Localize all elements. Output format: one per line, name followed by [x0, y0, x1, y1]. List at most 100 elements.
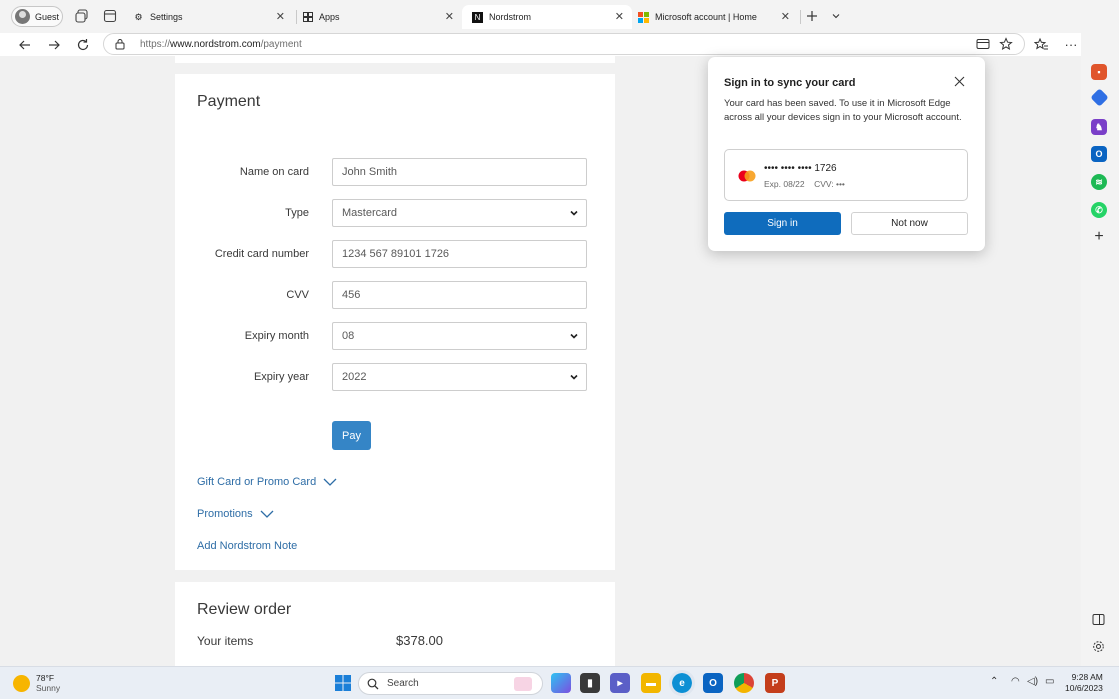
close-tab-icon[interactable]: ✕: [615, 10, 624, 23]
weather-condition: Sunny: [36, 683, 61, 693]
chevron-down-icon: [570, 374, 578, 380]
search-icon: [367, 678, 379, 689]
powerpoint-icon[interactable]: P: [765, 673, 785, 693]
shopping-tag-icon[interactable]: [1090, 88, 1109, 107]
whatsapp-icon[interactable]: ✆: [1091, 202, 1107, 218]
chevron-down-icon: [323, 478, 337, 486]
card-type-row: Type Mastercard: [175, 199, 615, 227]
card-type-select[interactable]: Mastercard: [332, 199, 587, 227]
favorites-star-icon[interactable]: [999, 37, 1013, 51]
cvv-input[interactable]: 456: [332, 281, 587, 309]
wifi-icon[interactable]: ◠: [1011, 676, 1020, 687]
gift-card-link-label: Gift Card or Promo Card: [197, 476, 317, 488]
saved-card: •••• •••• •••• 1726 Exp. 08/22 CVV: •••: [724, 149, 968, 201]
chevron-down-icon: [570, 210, 578, 216]
new-tab-icon[interactable]: [805, 9, 819, 23]
avatar: [15, 9, 30, 24]
popup-title: Sign in to sync your card: [724, 77, 856, 89]
add-sidebar-app-icon[interactable]: +: [1091, 228, 1107, 245]
pay-button[interactable]: Pay: [332, 421, 371, 450]
outlook-icon[interactable]: O: [1091, 146, 1107, 162]
tab-strip: Guest ⚙ Settings ✕ Apps ✕ N Nordstrom ✕ …: [0, 0, 1119, 33]
file-explorer-icon[interactable]: ▬: [641, 673, 661, 693]
address-bar[interactable]: https://www.nordstrom.com/payment: [103, 33, 1025, 55]
add-note-link-label: Add Nordstrom Note: [197, 540, 298, 552]
tab-actions-chevron-down-icon[interactable]: [829, 9, 843, 23]
expiry-year-select[interactable]: 2022: [332, 363, 587, 391]
expiry-year-row: Expiry year 2022: [175, 363, 615, 391]
card-number-label: Credit card number: [214, 248, 309, 260]
sign-in-button[interactable]: Sign in: [724, 212, 841, 235]
tab-label: Apps: [319, 12, 340, 22]
name-on-card-row: Name on card John Smith: [175, 158, 615, 186]
search-highlight-icon: [514, 677, 532, 691]
url-text[interactable]: https://www.nordstrom.com/payment: [140, 39, 302, 50]
close-tab-icon[interactable]: ✕: [781, 10, 790, 23]
refresh-icon[interactable]: [74, 36, 92, 54]
review-order-panel: Review order Your items $378.00: [175, 582, 615, 666]
teams-chat-icon[interactable]: ▸: [610, 673, 630, 693]
tab-label: Microsoft account | Home: [655, 12, 757, 22]
clock-time: 9:28 AM: [1071, 672, 1103, 682]
workspaces-icon[interactable]: [75, 9, 89, 23]
cvv-label: CVV: [286, 289, 309, 301]
mastercard-logo-icon: [738, 170, 756, 182]
back-arrow-icon[interactable]: [16, 36, 34, 54]
close-tab-icon[interactable]: ✕: [276, 10, 285, 23]
tab-label: Nordstrom: [489, 12, 532, 22]
promotions-link[interactable]: Promotions: [197, 508, 274, 520]
card-number-input[interactable]: 1234 567 89101 1726: [332, 240, 587, 268]
edge-taskbar-icon[interactable]: e: [669, 670, 695, 696]
card-number-row: Credit card number 1234 567 89101 1726: [175, 240, 615, 268]
battery-icon[interactable]: ▭: [1045, 676, 1054, 687]
show-hidden-icons-chevron-up-icon[interactable]: ⌃: [990, 676, 998, 687]
vertical-tabs-icon[interactable]: [103, 9, 117, 23]
temperature: 78°F: [36, 673, 55, 683]
chevron-down-icon: [260, 510, 274, 518]
previous-section: [175, 56, 615, 63]
saved-card-number: •••• •••• •••• 1726: [764, 163, 837, 174]
profile-button[interactable]: Guest: [11, 6, 63, 27]
task-view-icon[interactable]: ▮: [580, 673, 600, 693]
outlook-taskbar-icon[interactable]: O: [703, 673, 723, 693]
name-on-card-input[interactable]: John Smith: [332, 158, 587, 186]
tab-apps[interactable]: Apps ✕: [292, 5, 462, 29]
your-items-value: $378.00: [396, 633, 443, 648]
card-saved-icon[interactable]: [976, 38, 990, 50]
microsoft-logo-icon: [638, 11, 649, 23]
tab-microsoft-account[interactable]: Microsoft account | Home ✕: [628, 5, 798, 29]
taskbar-search[interactable]: Search: [358, 672, 543, 695]
hide-sidebar-icon[interactable]: [1092, 613, 1105, 626]
forward-arrow-icon[interactable]: [45, 36, 63, 54]
close-tab-icon[interactable]: ✕: [445, 10, 454, 23]
games-icon[interactable]: ♞: [1091, 119, 1107, 135]
sidebar-settings-gear-icon[interactable]: [1092, 640, 1105, 653]
tools-briefcase-icon[interactable]: ▪: [1091, 64, 1107, 80]
add-note-link[interactable]: Add Nordstrom Note: [197, 540, 297, 552]
lock-icon[interactable]: [114, 38, 126, 50]
cvv-row: CVV 456: [175, 281, 615, 309]
windows-start-icon[interactable]: [334, 674, 352, 692]
settings-gear-icon: ⚙: [134, 11, 143, 22]
apps-grid-icon: [302, 12, 313, 23]
chrome-icon[interactable]: [734, 673, 754, 693]
payment-heading: Payment: [197, 93, 261, 110]
spotify-icon[interactable]: ≋: [1091, 174, 1107, 190]
favorites-collection-icon[interactable]: [1034, 37, 1049, 52]
expiry-month-label: Expiry month: [244, 330, 309, 342]
copilot-taskbar-icon[interactable]: [551, 673, 571, 693]
search-placeholder: Search: [387, 678, 419, 689]
weather-widget[interactable]: 78°F Sunny: [13, 673, 60, 693]
tab-nordstrom[interactable]: N Nordstrom ✕: [462, 5, 632, 29]
system-clock[interactable]: 9:28 AM 10/6/2023: [1065, 672, 1103, 694]
saved-card-meta: Exp. 08/22 CVV: •••: [764, 179, 845, 189]
not-now-button[interactable]: Not now: [851, 212, 968, 235]
volume-icon[interactable]: ◁): [1027, 676, 1038, 687]
gift-card-link[interactable]: Gift Card or Promo Card: [197, 476, 337, 488]
close-icon[interactable]: [954, 76, 965, 87]
name-on-card-label: Name on card: [239, 166, 309, 178]
tab-settings[interactable]: ⚙ Settings ✕: [123, 5, 293, 29]
more-options-icon[interactable]: ···: [1062, 35, 1080, 53]
expiry-month-select[interactable]: 08: [332, 322, 587, 350]
expiry-month-row: Expiry month 08: [175, 322, 615, 350]
